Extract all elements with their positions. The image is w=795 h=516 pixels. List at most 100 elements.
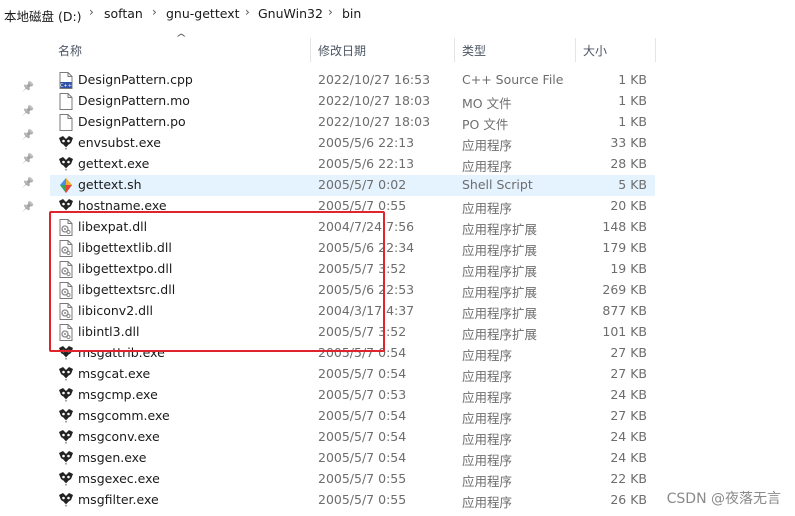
file-name: msgfilter.exe xyxy=(78,492,159,507)
file-modified-date: 2005/5/7 0:02 xyxy=(318,177,407,192)
file-size: 27 KB xyxy=(610,408,647,423)
gnu-exe-icon xyxy=(58,198,74,215)
file-type: 应用程序 xyxy=(462,411,513,426)
file-row[interactable]: C++ DesignPattern.cpp 2022/10/27 16:53 C++ … xyxy=(50,70,655,91)
file-row[interactable]: msgcomm.exe 2005/5/7 0:54 应用程序 27 KB xyxy=(50,406,655,427)
file-name: DesignPattern.cpp xyxy=(78,72,193,87)
file-type: 应用程序 xyxy=(462,138,513,153)
file-modified-date: 2005/5/7 0:53 xyxy=(318,387,407,402)
chevron-right-icon[interactable]: › xyxy=(328,5,333,19)
file-modified-date: 2005/5/7 3:52 xyxy=(318,324,407,339)
column-divider[interactable] xyxy=(575,38,576,62)
column-header-type[interactable]: 类型 xyxy=(462,42,486,59)
file-size: 27 KB xyxy=(610,366,647,381)
file-modified-date: 2005/5/7 3:52 xyxy=(318,261,407,276)
file-name: libgettextpo.dll xyxy=(78,261,173,276)
file-row[interactable]: DesignPattern.mo 2022/10/27 18:03 MO 文件 1 K… xyxy=(50,91,655,112)
address-bar[interactable]: 本地磁盘 (D:) › softan › gnu-gettext › GnuWi… xyxy=(0,0,795,28)
watermark-text: CSDN @夜落无言 xyxy=(666,491,781,507)
pin-icon: 📌 xyxy=(21,82,35,93)
svg-text:C++: C++ xyxy=(60,83,72,89)
chevron-right-icon[interactable]: › xyxy=(245,5,250,19)
blank-file-icon xyxy=(58,114,74,131)
pin-icon: 📌 xyxy=(21,106,35,117)
file-modified-date: 2005/5/7 0:54 xyxy=(318,450,407,465)
file-size: 101 KB xyxy=(602,324,647,339)
column-divider[interactable] xyxy=(655,38,656,62)
file-name: msgen.exe xyxy=(78,450,147,465)
file-row[interactable]: libexpat.dll 2004/7/24 7:56 应用程序扩展 148 KB xyxy=(50,217,655,238)
file-name: DesignPattern.mo xyxy=(78,93,190,108)
file-name: gettext.sh xyxy=(78,177,142,192)
file-size: 22 KB xyxy=(610,471,647,486)
breadcrumb-drive[interactable]: 本地磁盘 (D:) xyxy=(4,6,82,25)
breadcrumb-gnuwin32[interactable]: GnuWin32 xyxy=(258,6,323,21)
file-row[interactable]: DesignPattern.po 2022/10/27 18:03 PO 文件 1 K… xyxy=(50,112,655,133)
file-type: 应用程序扩展 xyxy=(462,327,538,342)
file-type: 应用程序 xyxy=(462,159,513,174)
file-modified-date: 2005/5/7 0:55 xyxy=(318,492,407,507)
file-row[interactable]: msgconv.exe 2005/5/7 0:54 应用程序 24 KB xyxy=(50,427,655,448)
pin-icon: 📌 xyxy=(21,178,35,189)
file-row[interactable]: msgexec.exe 2005/5/7 0:55 应用程序 22 KB xyxy=(50,469,655,490)
file-type: 应用程序 xyxy=(462,474,513,489)
gnu-exe-icon xyxy=(58,492,74,509)
breadcrumb-bin[interactable]: bin xyxy=(342,6,361,21)
file-modified-date: 2005/5/7 0:54 xyxy=(318,345,407,360)
column-header-size[interactable]: 大小 xyxy=(583,42,607,59)
sort-ascending-icon: ^ xyxy=(175,33,188,44)
file-name: DesignPattern.po xyxy=(78,114,186,129)
file-modified-date: 2005/5/7 0:54 xyxy=(318,429,407,444)
file-row[interactable]: msgfilter.exe 2005/5/7 0:55 应用程序 26 KB xyxy=(50,490,655,511)
column-divider[interactable] xyxy=(310,38,311,62)
file-size: 5 KB xyxy=(618,177,647,192)
file-row[interactable]: libgettextsrc.dll 2005/5/6 22:53 应用程序扩展 269… xyxy=(50,280,655,301)
file-row[interactable]: msgen.exe 2005/5/7 0:54 应用程序 24 KB xyxy=(50,448,655,469)
file-size: 19 KB xyxy=(610,261,647,276)
file-name: hostname.exe xyxy=(78,198,167,213)
shell-script-icon xyxy=(58,177,74,194)
file-row[interactable]: msgattrib.exe 2005/5/7 0:54 应用程序 27 KB xyxy=(50,343,655,364)
file-row[interactable]: hostname.exe 2005/5/7 0:55 应用程序 20 KB xyxy=(50,196,655,217)
file-size: 179 KB xyxy=(602,240,647,255)
file-modified-date: 2022/10/27 18:03 xyxy=(318,93,431,108)
gnu-exe-icon xyxy=(58,408,74,425)
file-row[interactable]: gettext.sh 2005/5/7 0:02 Shell Script 5 KB xyxy=(50,175,655,196)
breadcrumb-gnu-gettext[interactable]: gnu-gettext xyxy=(166,6,240,21)
file-modified-date: 2004/7/24 7:56 xyxy=(318,219,415,234)
chevron-right-icon[interactable]: › xyxy=(152,5,157,19)
file-row[interactable]: msgcat.exe 2005/5/7 0:54 应用程序 27 KB xyxy=(50,364,655,385)
file-size: 1 KB xyxy=(618,114,647,129)
file-size: 28 KB xyxy=(610,156,647,171)
file-size: 877 KB xyxy=(602,303,647,318)
gnu-exe-icon xyxy=(58,471,74,488)
gnu-exe-icon xyxy=(58,156,74,173)
column-divider[interactable] xyxy=(454,38,455,62)
file-row[interactable]: libiconv2.dll 2004/3/17 4:37 应用程序扩展 877 KB xyxy=(50,301,655,322)
file-name: msgcat.exe xyxy=(78,366,151,381)
column-header-name[interactable]: 名称 xyxy=(58,42,82,59)
file-name: msgattrib.exe xyxy=(78,345,165,360)
file-row[interactable]: msgcmp.exe 2005/5/7 0:53 应用程序 24 KB xyxy=(50,385,655,406)
gnu-exe-icon xyxy=(58,135,74,152)
gnu-exe-icon xyxy=(58,450,74,467)
file-row[interactable]: gettext.exe 2005/5/6 22:13 应用程序 28 KB xyxy=(50,154,655,175)
gnu-exe-icon xyxy=(58,345,74,362)
file-row[interactable]: libintl3.dll 2005/5/7 3:52 应用程序扩展 101 KB xyxy=(50,322,655,343)
file-size: 148 KB xyxy=(602,219,647,234)
file-modified-date: 2022/10/27 16:53 xyxy=(318,72,431,87)
breadcrumb-softan[interactable]: softan xyxy=(104,6,143,21)
column-header-date[interactable]: 修改日期 xyxy=(318,42,366,59)
file-row[interactable]: envsubst.exe 2005/5/6 22:13 应用程序 33 KB xyxy=(50,133,655,154)
file-type: 应用程序 xyxy=(462,348,513,363)
file-modified-date: 2005/5/7 0:55 xyxy=(318,471,407,486)
file-modified-date: 2005/5/6 22:53 xyxy=(318,282,415,297)
file-name: libiconv2.dll xyxy=(78,303,153,318)
file-row[interactable]: libgettextlib.dll 2005/5/6 22:34 应用程序扩展 179… xyxy=(50,238,655,259)
file-modified-date: 2005/5/6 22:34 xyxy=(318,240,415,255)
pin-icon: 📌 xyxy=(21,154,35,165)
file-row[interactable]: libgettextpo.dll 2005/5/7 3:52 应用程序扩展 19 KB xyxy=(50,259,655,280)
file-type: 应用程序 xyxy=(462,201,513,216)
column-header-row: ^ 名称 修改日期 类型 大小 xyxy=(0,33,795,62)
chevron-right-icon[interactable]: › xyxy=(89,5,94,19)
